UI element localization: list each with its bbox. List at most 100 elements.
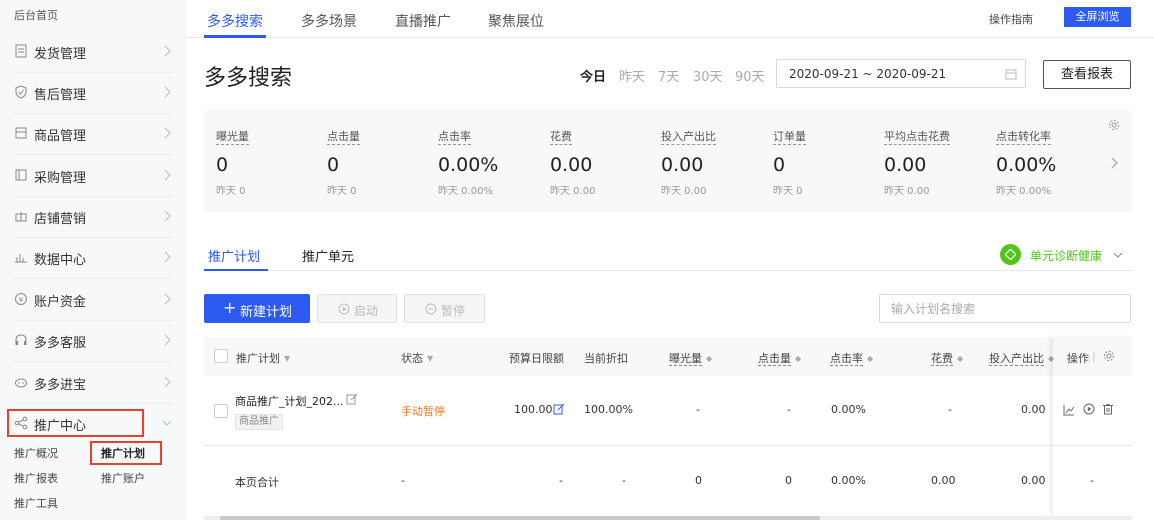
chevron-right-icon [164, 251, 171, 263]
sidebar-item-shipping[interactable]: 发货管理 [0, 31, 186, 72]
health-icon [1000, 244, 1021, 265]
sidebar-item-service[interactable]: 多多客服 [0, 320, 186, 361]
view-report-button[interactable]: 查看报表 [1043, 60, 1131, 89]
metric-name[interactable]: 点击量 [327, 130, 360, 145]
sidebar-item-purchasing[interactable]: 采购管理 [0, 155, 186, 196]
unit-health-dropdown[interactable]: 单元诊断健康 [1000, 244, 1132, 266]
horizontal-scrollbar[interactable] [204, 516, 1132, 520]
cell-discount: 100.00% [584, 403, 633, 416]
edit-icon[interactable] [346, 393, 358, 405]
metric-value: 0 [773, 154, 786, 176]
sidebar-item-label: 售后管理 [34, 88, 87, 103]
new-plan-button[interactable]: + 新建计划 [204, 294, 310, 323]
metric-value: 0.00 [661, 154, 704, 176]
svg-text:¥: ¥ [19, 296, 24, 304]
metric-name[interactable]: 花费 [550, 130, 572, 145]
metric-name[interactable]: 投入产出比 [661, 130, 716, 145]
metric-value: 0.00 [550, 154, 593, 176]
col-clicks[interactable]: 点击量 ◆ [758, 350, 801, 366]
col-roi[interactable]: 投入产出比 ◆ [989, 350, 1054, 366]
status-badge: 手动暂停 [401, 405, 445, 418]
sidebar-item-label: 数据中心 [34, 253, 87, 268]
metric-yesterday: 昨天 0 [327, 186, 357, 197]
sidebar-sub-overview[interactable]: 推广概况 [14, 445, 58, 461]
cell-roi: 0.00 [1021, 474, 1046, 487]
start-button[interactable]: 启动 [317, 294, 397, 323]
pause-button[interactable]: 暂停 [404, 294, 485, 323]
guide-link[interactable]: 操作指南 [989, 11, 1033, 27]
col-label: 点击率 [830, 352, 863, 366]
edit-icon[interactable] [553, 403, 565, 415]
col-discount: 当前折扣 [584, 352, 628, 365]
sidebar-item-funds[interactable]: ¥ 账户资金 [0, 279, 186, 320]
fullscreen-button[interactable]: 全屏浏览 [1064, 7, 1131, 27]
metric-name[interactable]: 点击率 [438, 130, 471, 145]
sidebar-item-products[interactable]: 商品管理 [0, 113, 186, 154]
cell-ctr: 0.00% [831, 474, 866, 487]
range-7d[interactable]: 7天 [658, 66, 679, 85]
range-yesterday[interactable]: 昨天 [619, 66, 645, 85]
metric-yesterday: 昨天 0.00% [438, 186, 493, 197]
sidebar-sub-account[interactable]: 推广账户 [101, 470, 145, 486]
sidebar-item-marketing[interactable]: 店铺营销 [0, 196, 186, 237]
date-range-picker[interactable]: 2020-09-21 ~ 2020-09-21 [776, 59, 1026, 88]
col-ctr[interactable]: 点击率 ◆ [830, 350, 873, 366]
scrollbar-thumb[interactable] [220, 516, 820, 520]
sidebar-home-link[interactable]: 后台首页 [14, 7, 58, 23]
calendar-icon [1005, 69, 1017, 80]
cell-cost: 0.00 [931, 474, 956, 487]
col-impressions[interactable]: 曝光量 ◆ [669, 350, 712, 366]
tab-live-promo[interactable]: 直播推广 [395, 11, 451, 31]
top-tab-bar: 多多搜索 多多场景 直播推广 聚焦展位 操作指南 全屏浏览 [186, 0, 1154, 38]
cell-status: - [401, 474, 405, 487]
plan-tag: 商品推广 [235, 414, 283, 430]
filter-icon: ▼ [284, 354, 291, 363]
tab-duoduo-search[interactable]: 多多搜索 [207, 11, 263, 31]
sidebar-item-label: 采购管理 [34, 171, 87, 186]
tab-plans[interactable]: 推广计划 [208, 246, 260, 265]
tab-focus-booth[interactable]: 聚焦展位 [488, 11, 544, 31]
col-status[interactable]: 状态 ▼ [401, 350, 433, 366]
sidebar-item-jinbao[interactable]: 多多进宝 [0, 362, 186, 403]
cell-clicks: 0 [785, 474, 792, 487]
metric-name[interactable]: 点击转化率 [996, 130, 1051, 145]
sidebar-sub-tools[interactable]: 推广工具 [14, 495, 58, 511]
range-30d[interactable]: 30天 [693, 66, 723, 85]
sidebar-sub-reports[interactable]: 推广报表 [14, 470, 58, 486]
metric-yesterday: 昨天 0 [216, 186, 246, 197]
tab-duoduo-scene[interactable]: 多多场景 [301, 11, 357, 31]
document-icon [15, 44, 27, 58]
metric-value: 0 [216, 154, 229, 176]
plan-search-input[interactable] [879, 294, 1131, 323]
col-label: 花费 [931, 352, 953, 366]
chevron-right-icon[interactable] [1109, 156, 1119, 170]
chevron-down-icon [1113, 252, 1123, 258]
range-90d[interactable]: 90天 [735, 66, 765, 85]
range-today[interactable]: 今日 [580, 66, 606, 85]
chevron-right-icon [164, 127, 171, 139]
sidebar: 后台首页 发货管理 售后管理 商品管理 采购管理 店铺营销 数据中心 ¥ 账户资… [0, 0, 186, 520]
health-label: 单元诊断健康 [1030, 249, 1103, 263]
select-all-checkbox[interactable] [214, 349, 228, 363]
metric-value: 0.00% [996, 154, 1057, 176]
metric-name[interactable]: 平均点击花费 [884, 130, 950, 145]
treasure-icon [15, 378, 27, 388]
metric-value: 0 [327, 154, 340, 176]
col-budget: 预算日限额 [509, 352, 564, 365]
col-cost[interactable]: 花费 ◆ [931, 350, 963, 366]
money-icon: ¥ [15, 293, 27, 305]
row-checkbox[interactable] [214, 404, 228, 418]
metric-name[interactable]: 订单量 [773, 130, 806, 145]
col-plan[interactable]: 推广计划 ▼ [236, 350, 290, 366]
new-plan-label: 新建计划 [240, 305, 293, 320]
sidebar-item-data-center[interactable]: 数据中心 [0, 237, 186, 278]
plan-name-link[interactable]: 商品推广_计划_202... [235, 393, 344, 409]
metric-name[interactable]: 曝光量 [216, 130, 249, 145]
metric-orders: 订单量 0 昨天 0 [773, 110, 883, 212]
cell-impressions: 0 [695, 474, 702, 487]
page-title: 多多搜索 [204, 66, 293, 91]
gear-icon[interactable] [1108, 119, 1120, 131]
tab-units[interactable]: 推广单元 [302, 246, 354, 265]
sidebar-item-aftersales[interactable]: 售后管理 [0, 72, 186, 113]
box-icon [15, 127, 27, 139]
